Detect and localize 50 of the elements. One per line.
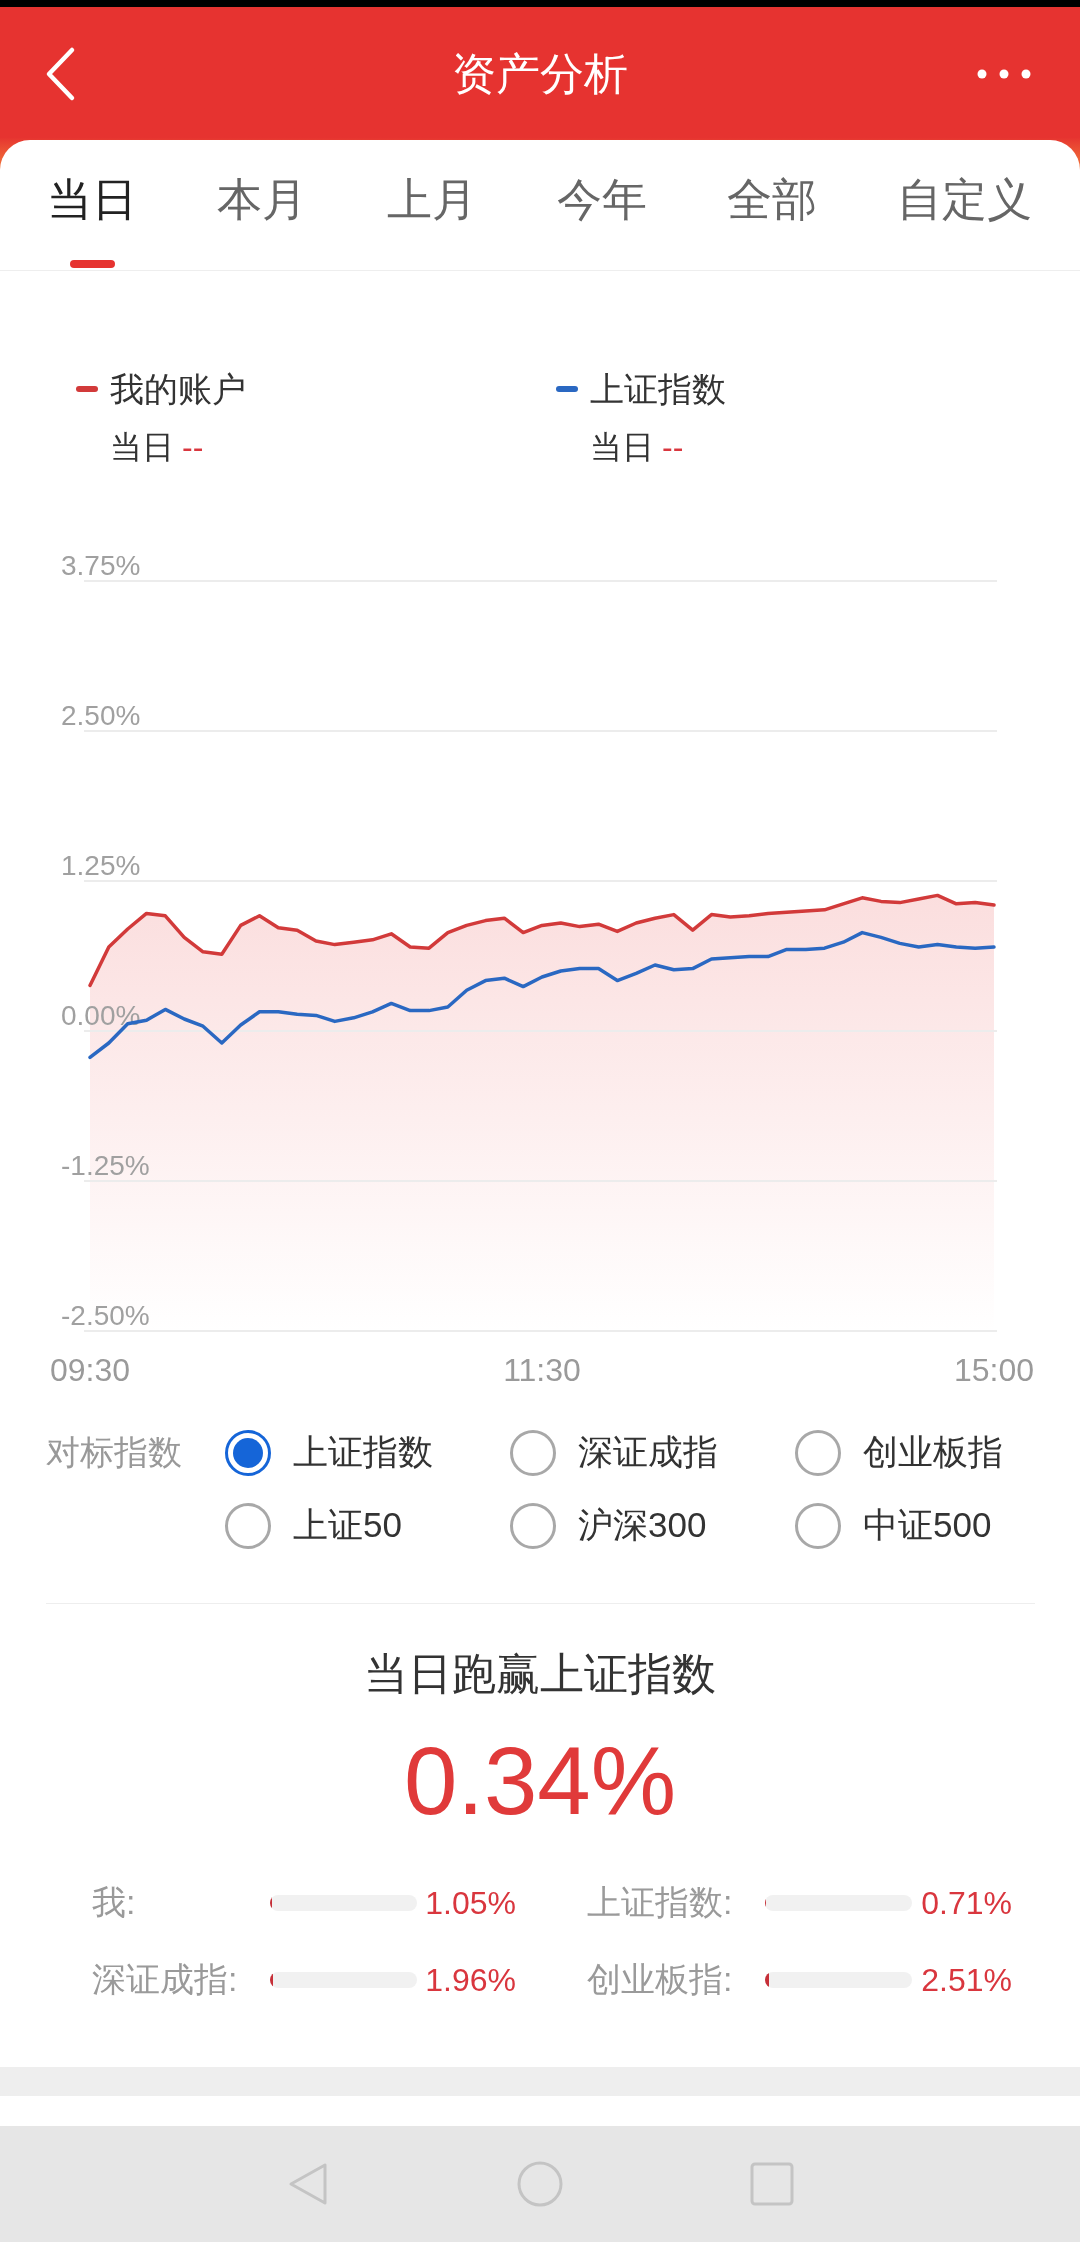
benchmark-option[interactable]: 中证500 [795,1489,1080,1562]
summary-title: 当日跑赢上证指数 [363,1648,717,1700]
period-tab[interactable]: 全部 [727,140,817,270]
axis-label: 3.75% [61,550,141,581]
legend-label: 上证指数 [590,369,726,410]
legend-period: 当日 [110,428,174,467]
period-tab[interactable]: 上月 [387,140,477,270]
axis-label: 09:30 [49,1352,131,1388]
axis-label: 15:00 [953,1352,1035,1388]
summary-value: 0.34% [402,1726,678,1836]
legend-value: -- [662,428,684,467]
benchmark-option[interactable]: 创业板指 [795,1416,1080,1489]
legend-value: -- [182,428,204,467]
comparison-value: 1.05% [424,1883,516,1923]
legend-period: 当日 [590,428,654,467]
comparison-label: 上证指数: [587,1882,734,1923]
radio-button[interactable] [225,1429,271,1476]
benchmark-option[interactable]: 上证50 [225,1489,510,1562]
comparison-value: 0.71% [920,1883,1012,1923]
recents-icon[interactable] [749,2161,795,2207]
period-tab[interactable]: 今年 [557,140,647,270]
legend-label: 我的账户 [110,369,246,410]
period-tab[interactable]: 自定义 [897,140,1032,270]
axis-label: 1.25% [61,850,141,881]
axis-label: 11:30 [503,1352,581,1388]
radio-button[interactable] [510,1502,556,1549]
more-icon [977,68,1031,79]
benchmark-option[interactable]: 沪深300 [510,1489,795,1562]
radio-button[interactable] [225,1502,271,1549]
period-tab[interactable]: 当日 [47,140,137,270]
benchmark-option[interactable]: 深证成指 [510,1416,795,1489]
comparison-value: 2.51% [920,1960,1012,2000]
chevron-left-icon [44,45,76,102]
radio-button[interactable] [510,1429,556,1476]
comparison-value: 1.96% [424,1960,516,2000]
radio-button[interactable] [795,1429,841,1476]
axis-label: -1.25% [61,1150,150,1181]
comparison-label: 创业板指: [587,1959,734,2000]
home-icon[interactable] [517,2161,563,2207]
comparison-label: 我: [92,1882,137,1923]
axis-label: 2.50% [61,700,141,731]
axis-label: 0.00% [61,1000,141,1031]
page-title: 资产分析 [451,47,629,100]
radio-button[interactable] [795,1502,841,1549]
tab-indicator [69,260,115,268]
benchmark-label: 对标指数 [46,1432,182,1473]
period-tab[interactable]: 本月 [217,140,307,270]
benchmark-option[interactable]: 上证指数 [225,1416,510,1489]
comparison-label: 深证成指: [92,1959,239,2000]
axis-label: -2.50% [61,1300,150,1331]
